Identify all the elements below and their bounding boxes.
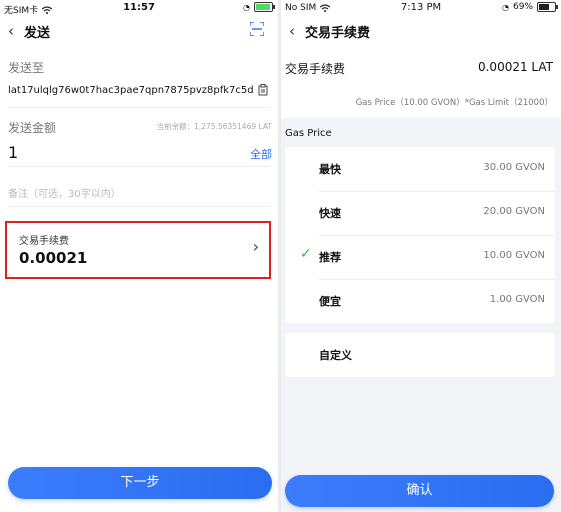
battery-icon	[537, 2, 558, 12]
battery-percent: 69%	[512, 2, 533, 12]
fee-label: 交易手续费	[19, 236, 69, 247]
divider	[8, 206, 270, 207]
option-name: 快速	[319, 207, 341, 220]
page-title: 交易手续费	[305, 26, 371, 41]
fee-label: 交易手续费	[285, 62, 346, 76]
nav-bar: ‹ 发送	[0, 16, 278, 46]
balance-text: 当前余额：1,275.56351469 LAT	[156, 122, 272, 131]
fee-value: 0.00021	[19, 249, 88, 267]
status-bar: No SIM 7:13 PM ◔ 69%	[281, 0, 561, 16]
option-value: 10.00 GVON	[483, 250, 545, 261]
status-bar: 无SIM卡 11:57 ◔	[0, 0, 278, 16]
next-button[interactable]: 下一步	[8, 467, 272, 499]
fee-screen: No SIM 7:13 PM ◔ 69% ‹ 交易手续费 交易手续费 0.000…	[281, 0, 561, 512]
paste-icon[interactable]	[258, 84, 269, 96]
back-chevron-icon[interactable]: ‹	[289, 22, 295, 40]
chevron-right-icon: ›	[252, 237, 259, 256]
option-value: 30.00 GVON	[483, 162, 545, 173]
gas-formula: Gas Price（10.00 GVON）*Gas Limit（21000）	[355, 98, 553, 108]
fee-selector[interactable]: 交易手续费 0.00021 ›	[5, 221, 271, 279]
option-value: 20.00 GVON	[483, 206, 545, 217]
confirm-button[interactable]: 确认	[285, 475, 554, 507]
gas-options-card: 最快 30.00 GVON 快速 20.00 GVON ✓ 推荐 10.00 G…	[285, 147, 555, 323]
amount-label: 发送金额	[8, 121, 57, 135]
nav-bar: ‹ 交易手续费	[281, 16, 561, 46]
all-button[interactable]: 全部	[250, 146, 272, 162]
status-time: 11:57	[123, 2, 155, 13]
option-name: 最快	[319, 163, 341, 176]
option-fastest[interactable]: 最快 30.00 GVON	[285, 147, 555, 191]
battery-icon	[254, 2, 275, 12]
option-fast[interactable]: 快速 20.00 GVON	[285, 191, 555, 235]
lock-icon: ◔	[243, 2, 250, 12]
lock-icon: ◔	[502, 2, 509, 12]
gas-price-heading: Gas Price	[285, 128, 332, 139]
option-name: 便宜	[319, 295, 341, 308]
custom-label: 自定义	[319, 349, 352, 362]
option-recommended[interactable]: ✓ 推荐 10.00 GVON	[285, 235, 555, 279]
send-to-label: 发送至	[8, 61, 45, 75]
amount-input[interactable]: 1	[8, 143, 18, 162]
option-value: 1.00 GVON	[489, 294, 545, 305]
option-name: 推荐	[319, 251, 341, 264]
back-chevron-icon[interactable]: ‹	[8, 22, 14, 40]
fee-summary: 交易手续费 0.00021 LAT Gas Price（10.00 GVON）*…	[281, 46, 561, 118]
fee-value: 0.00021 LAT	[477, 60, 553, 74]
page-title: 发送	[24, 26, 51, 41]
check-icon: ✓	[300, 246, 312, 262]
note-input[interactable]: 备注（可选，30字以内）	[8, 185, 121, 200]
send-screen: 无SIM卡 11:57 ◔ ‹ 发送 发送至 lat17ulqlg76w0t7h…	[0, 0, 278, 512]
divider	[8, 166, 270, 167]
custom-option[interactable]: 自定义	[285, 333, 555, 377]
scan-icon[interactable]	[250, 22, 264, 36]
divider	[8, 107, 270, 108]
address-input[interactable]: lat17ulqlg76w0t7hac3pae7qpn7875pvz8pfk7c…	[8, 85, 254, 96]
option-cheap[interactable]: 便宜 1.00 GVON	[285, 279, 555, 323]
